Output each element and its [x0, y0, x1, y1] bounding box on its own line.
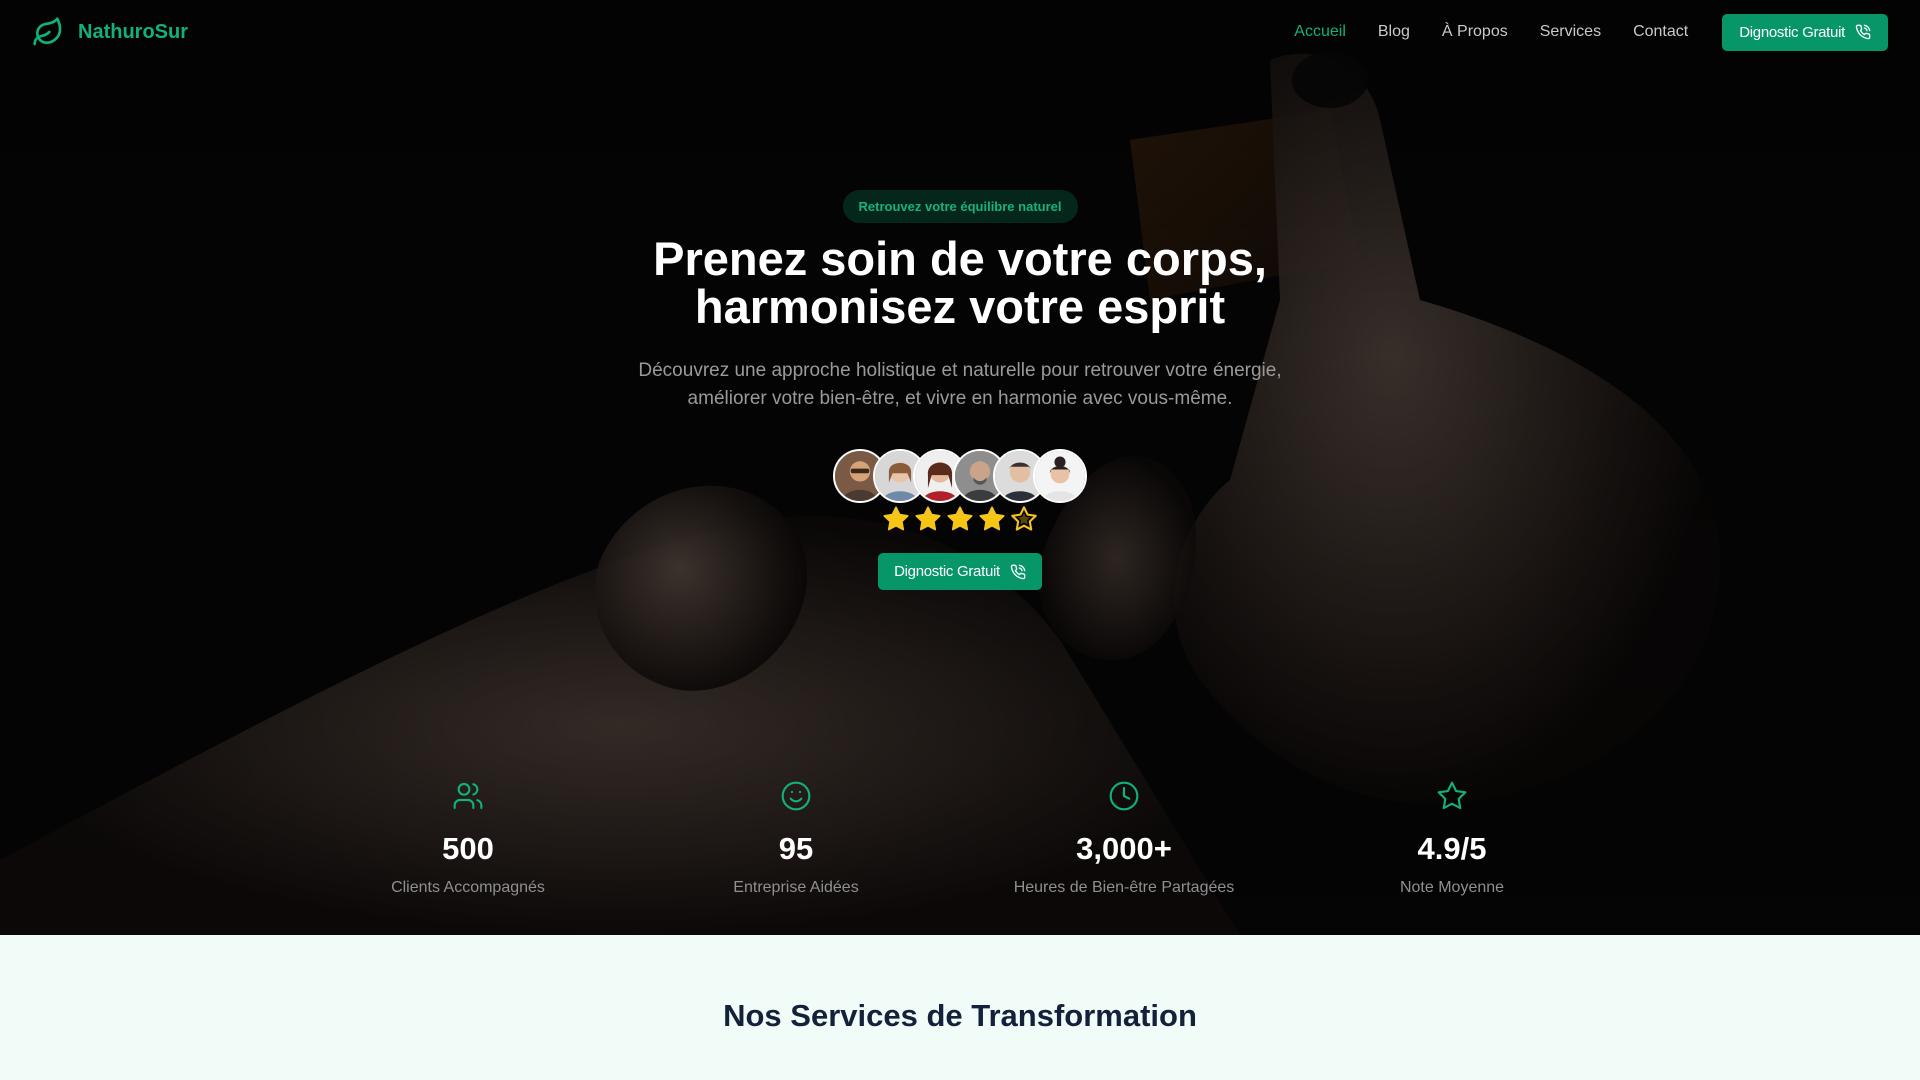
nav-diagnostic-label: Dignostic Gratuit — [1739, 23, 1845, 41]
star-filled-icon — [914, 505, 942, 533]
users-icon — [452, 780, 484, 812]
stat-heures: 3,000+ Heures de Bien-être Partagées — [964, 780, 1284, 897]
hero-title-line-1: Prenez soin de votre corps, — [653, 232, 1267, 285]
stat-label: Clients Accompagnés — [391, 879, 545, 896]
rating-stars — [882, 505, 1038, 533]
hero-title: Prenez soin de votre corps, harmonisez v… — [653, 235, 1267, 331]
stat-entreprises: 95 Entreprise Aidées — [636, 780, 956, 897]
star-icon — [1436, 780, 1468, 812]
stat-label: Heures de Bien-être Partagées — [1013, 879, 1235, 896]
client-avatars — [833, 449, 1087, 503]
smile-icon — [780, 780, 812, 812]
hero-eyebrow-badge: Retrouvez votre équilibre naturel — [842, 190, 1078, 223]
top-navigation: NathuroSur Accueil Blog À Propos Service… — [0, 0, 1920, 64]
hero-content: Retrouvez votre équilibre naturel Prenez… — [0, 190, 1920, 590]
services-title: Nos Services de Transformation — [723, 998, 1197, 1033]
nav-link-a-propos[interactable]: À Propos — [1442, 23, 1508, 41]
services-section: Nos Services de Transformation — [0, 935, 1920, 1080]
stat-value: 500 — [442, 831, 494, 866]
hero-diagnostic-button[interactable]: Dignostic Gratuit — [878, 553, 1042, 590]
leaf-icon — [32, 16, 64, 48]
phone-call-icon — [1010, 564, 1026, 580]
brand-logo[interactable]: NathuroSur — [32, 16, 188, 48]
nav-link-services[interactable]: Services — [1540, 23, 1601, 41]
star-filled-icon — [946, 505, 974, 533]
hero-title-line-2: harmonisez votre esprit — [694, 280, 1226, 333]
stat-label: Note Moyenne — [1399, 879, 1505, 896]
nav-link-accueil[interactable]: Accueil — [1294, 23, 1346, 41]
stat-value: 95 — [778, 831, 814, 866]
stat-value: 4.9/5 — [1417, 831, 1487, 866]
stat-clients: 500 Clients Accompagnés — [308, 780, 628, 897]
hero-section: NathuroSur Accueil Blog À Propos Service… — [0, 0, 1920, 935]
nav-diagnostic-button[interactable]: Dignostic Gratuit — [1722, 13, 1888, 51]
star-filled-icon — [882, 505, 910, 533]
star-outline-icon — [1010, 505, 1038, 533]
phone-call-icon — [1855, 24, 1871, 40]
nav-links: Accueil Blog À Propos Services Contact D… — [1294, 13, 1888, 51]
clock-icon — [1108, 780, 1140, 812]
avatar — [1033, 449, 1087, 503]
stat-label: Entreprise Aidées — [733, 879, 859, 896]
hero-subtitle: Découvrez une approche holistique et nat… — [638, 360, 1282, 409]
nav-link-blog[interactable]: Blog — [1378, 23, 1410, 41]
star-filled-icon — [978, 505, 1006, 533]
stat-value: 3,000+ — [1076, 831, 1172, 866]
hero-diagnostic-label: Dignostic Gratuit — [894, 563, 1000, 580]
brand-name: NathuroSur — [78, 20, 188, 43]
stat-note: 4.9/5 Note Moyenne — [1292, 780, 1612, 897]
nav-link-contact[interactable]: Contact — [1633, 23, 1688, 41]
